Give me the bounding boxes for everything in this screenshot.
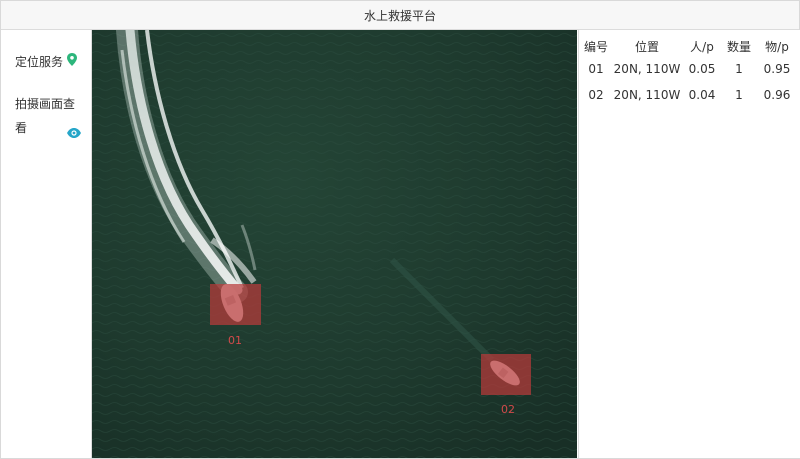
table-row[interactable]: 01 20N, 110W 0.05 1 0.95	[581, 56, 797, 82]
column-header-id: 编号	[583, 39, 608, 54]
cell-object-probability: 0.95	[763, 62, 791, 76]
column-header-count: 数量	[726, 39, 751, 54]
cell-position: 20N, 110W	[613, 62, 681, 76]
sidebar: 定位服务 拍摄画面查看	[1, 30, 92, 458]
sidebar-item-view-footage[interactable]: 拍摄画面查看	[15, 92, 85, 140]
column-header-position: 位置	[634, 39, 659, 54]
cell-position: 20N, 110W	[613, 88, 681, 102]
detection-label-02: 02	[501, 403, 515, 416]
cell-id: 01	[588, 62, 604, 76]
detection-results-panel: 编号 位置 人/p 数量 物/p 01 20N, 110W 0.05 1 0.9…	[578, 30, 800, 458]
detection-box-01[interactable]	[210, 284, 261, 325]
camera-footage-view[interactable]: 01 02	[92, 30, 577, 458]
cell-person-probability: 0.05	[688, 62, 716, 76]
sidebar-item-label: 拍摄画面查看	[15, 97, 76, 135]
cell-count: 1	[735, 88, 743, 102]
cell-person-probability: 0.04	[688, 88, 716, 102]
column-header-object-probability: 物/p	[765, 39, 789, 54]
app-title: 水上救援平台	[363, 8, 436, 23]
detection-label-01: 01	[228, 334, 242, 347]
sidebar-item-location-service[interactable]: 定位服务	[15, 53, 78, 70]
detection-table: 编号 位置 人/p 数量 物/p 01 20N, 110W 0.05 1 0.9…	[581, 36, 797, 108]
title-bar: 水上救援平台	[1, 1, 799, 30]
sidebar-item-label: 定位服务	[15, 54, 64, 69]
table-header-row: 编号 位置 人/p 数量 物/p	[581, 36, 797, 56]
column-header-person-probability: 人/p	[690, 39, 714, 54]
table-row[interactable]: 02 20N, 110W 0.04 1 0.96	[581, 82, 797, 108]
eye-icon	[67, 122, 81, 146]
location-pin-icon	[67, 53, 78, 70]
detection-box-02[interactable]	[481, 354, 531, 395]
cell-id: 02	[588, 88, 604, 102]
cell-object-probability: 0.96	[763, 88, 791, 102]
app-window: 水上救援平台 定位服务 拍摄画面查看 01 02 编号 位置 人/p 数量 物/…	[0, 0, 800, 459]
cell-count: 1	[735, 62, 743, 76]
